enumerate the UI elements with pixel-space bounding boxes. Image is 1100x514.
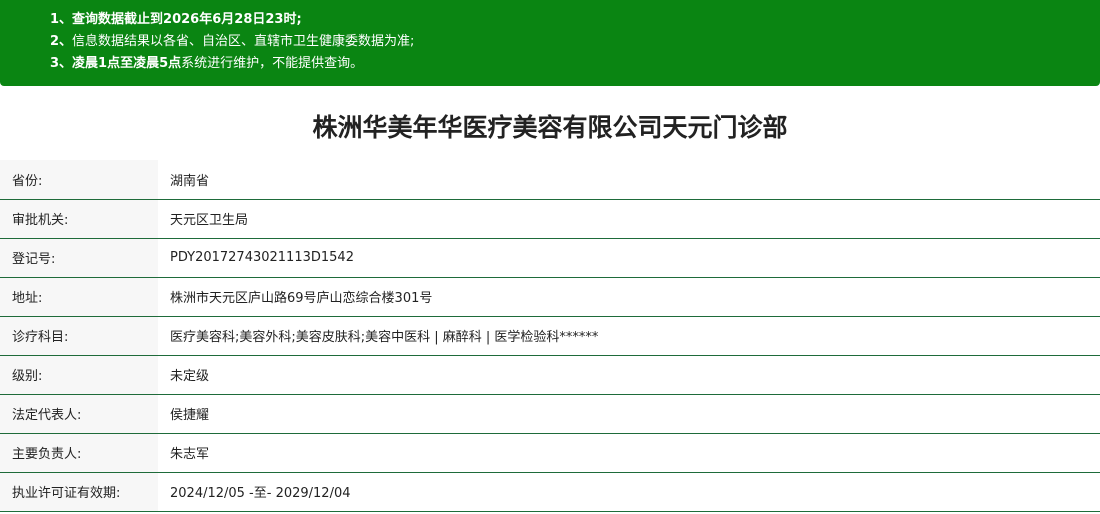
row-principal: 主要负责人: 朱志军 bbox=[0, 433, 1100, 472]
notice-banner: 1、查询数据截止到2026年6月28日23时; 2、信息数据结果以各省、自治区、… bbox=[0, 0, 1100, 86]
row-value: 2024/12/05 -至- 2029/12/04 bbox=[170, 486, 351, 501]
row-license-validity: 执业许可证有效期: 2024/12/05 -至- 2029/12/04 bbox=[0, 472, 1100, 511]
notice-line-1: 1、查询数据截止到2026年6月28日23时; bbox=[50, 9, 1100, 31]
row-value: 未定级 bbox=[170, 369, 210, 384]
page-title: 株洲华美年华医疗美容有限公司天元门诊部 bbox=[312, 113, 788, 142]
row-label: 级别: bbox=[0, 355, 158, 394]
notice-line-2-text: 信息数据结果以各省、自治区、直辖市卫生健康委数据为准; bbox=[72, 34, 415, 49]
row-value: 朱志军 bbox=[170, 447, 210, 462]
row-value: 侯捷耀 bbox=[170, 408, 210, 423]
row-value: PDY20172743021113D1542 bbox=[170, 250, 354, 265]
row-label: 审批机关: bbox=[0, 199, 158, 238]
row-label: 诊疗科目: bbox=[0, 316, 158, 355]
row-label: 地址: bbox=[0, 277, 158, 316]
row-approval-authority: 审批机关: 天元区卫生局 bbox=[0, 199, 1100, 238]
notice-line-3-bold-text: 凌晨1点至凌晨5点 bbox=[72, 56, 182, 71]
row-label: 法定代表人: bbox=[0, 394, 158, 433]
row-value: 医疗美容科;美容外科;美容皮肤科;美容中医科 | 麻醉科 | 医学检验科****… bbox=[170, 330, 599, 345]
notice-line-2-number: 2、 bbox=[50, 34, 73, 49]
info-table: 省份: 湖南省 审批机关: 天元区卫生局 登记号: PDY20172743021… bbox=[0, 160, 1100, 512]
row-label: 登记号: bbox=[0, 238, 158, 277]
row-label: 省份: bbox=[0, 160, 158, 199]
notice-line-1-text: 查询数据截止到2026年6月28日23时; bbox=[72, 12, 302, 27]
row-value: 株洲市天元区庐山路69号庐山恋综合楼301号 bbox=[170, 291, 433, 306]
row-legal-representative: 法定代表人: 侯捷耀 bbox=[0, 394, 1100, 433]
row-value: 湖南省 bbox=[170, 173, 210, 189]
notice-line-2: 2、信息数据结果以各省、自治区、直辖市卫生健康委数据为准; bbox=[50, 31, 1100, 53]
row-province: 省份: 湖南省 bbox=[0, 160, 1100, 199]
notice-line-3-number: 3、 bbox=[50, 56, 73, 71]
row-address: 地址: 株洲市天元区庐山路69号庐山恋综合楼301号 bbox=[0, 277, 1100, 316]
notice-line-1-number: 1、 bbox=[50, 12, 73, 27]
notice-line-3-text: 系统进行维护，不能提供查询。 bbox=[181, 56, 364, 71]
row-level: 级别: 未定级 bbox=[0, 355, 1100, 394]
notice-line-3: 3、凌晨1点至凌晨5点系统进行维护，不能提供查询。 bbox=[50, 53, 1100, 75]
row-value: 天元区卫生局 bbox=[170, 213, 249, 228]
row-label: 执业许可证有效期: bbox=[0, 472, 158, 511]
row-registration-number: 登记号: PDY20172743021113D1542 bbox=[0, 238, 1100, 277]
row-label: 主要负责人: bbox=[0, 433, 158, 472]
row-departments: 诊疗科目: 医疗美容科;美容外科;美容皮肤科;美容中医科 | 麻醉科 | 医学检… bbox=[0, 316, 1100, 355]
